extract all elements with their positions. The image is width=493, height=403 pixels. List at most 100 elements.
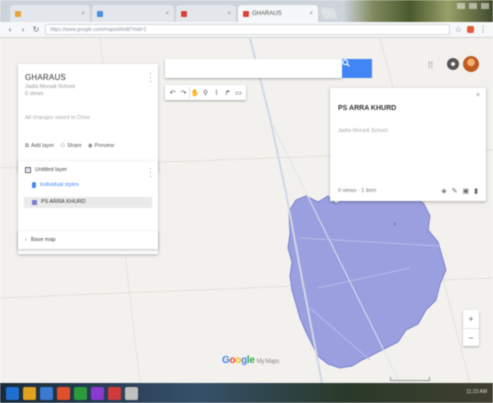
- map-views-count: 0 views: [25, 91, 44, 97]
- photo-icon[interactable]: ▣: [463, 187, 470, 195]
- map-info-panel: GHARAUS Jadia Moradi School 0 views All …: [18, 64, 158, 172]
- apps-grid-icon[interactable]: ⁞⁞: [428, 60, 433, 70]
- window-controls: [457, 3, 489, 9]
- feature-meta: 0 views · 1 item: [338, 188, 377, 194]
- logo-suffix: My Maps: [256, 359, 280, 365]
- screenshot-frame: × × × GHARAUS × ‹ › ↻ https://www.google.…: [0, 0, 493, 403]
- reload-icon[interactable]: ↻: [32, 25, 40, 34]
- style-paint-icon[interactable]: ◈: [441, 187, 446, 195]
- browser-tab-1[interactable]: ×: [10, 5, 90, 22]
- panel-actions: ⧉ Add layer ⚇ Share ◉ Preview: [25, 143, 114, 150]
- os-taskbar: 11:23 AM: [0, 383, 493, 403]
- back-icon[interactable]: ‹: [6, 25, 14, 34]
- zoom-out-button[interactable]: −: [463, 328, 479, 346]
- bookmark-star-icon[interactable]: ☆: [455, 25, 462, 34]
- add-layer-label: Add layer: [30, 143, 55, 149]
- directions-icon[interactable]: ↱: [222, 87, 233, 98]
- layer-checkbox[interactable]: ✓: [25, 167, 31, 173]
- undo-icon[interactable]: ↶: [167, 87, 178, 98]
- close-window-icon[interactable]: [481, 3, 489, 9]
- google-my-maps-logo: Google My Maps: [222, 355, 279, 366]
- feature-info-card: × PS ARRA KHURD Jadia Moradi School 0 vi…: [330, 88, 486, 201]
- panel-menu-icon[interactable]: · · ·: [149, 70, 152, 86]
- minimize-icon[interactable]: [457, 3, 465, 9]
- maximize-icon[interactable]: [469, 3, 477, 9]
- village-boundary-polygon: [287, 177, 447, 369]
- app-icon[interactable]: [91, 386, 104, 400]
- logo-letter: le: [246, 355, 255, 366]
- tab-favicon-icon: [97, 10, 103, 17]
- style-pin-icon: [32, 182, 36, 188]
- add-layer-icon: ⧉: [25, 143, 29, 149]
- layer-menu-icon[interactable]: · · ·: [149, 165, 152, 181]
- edit-pencil-icon[interactable]: ✎: [452, 187, 458, 195]
- map-toolbar: ↶ ↷ ✋ ⚲ ⌇ ↱ ▭: [165, 85, 246, 100]
- share-button[interactable]: ⚇ Share: [60, 143, 82, 150]
- draw-line-icon[interactable]: ⌇: [211, 87, 222, 98]
- close-tab-icon[interactable]: ×: [305, 11, 313, 17]
- forward-icon[interactable]: ›: [19, 25, 27, 34]
- base-map-label: Base map: [30, 237, 56, 243]
- preview-button[interactable]: ◉ Preview: [88, 143, 114, 150]
- ruler-icon[interactable]: ▭: [233, 87, 244, 98]
- new-tab-button[interactable]: [319, 8, 339, 19]
- add-layer-button[interactable]: ⧉ Add layer: [25, 143, 54, 150]
- browser-tab-2[interactable]: ×: [92, 5, 174, 22]
- tab-favicon-icon: [15, 10, 21, 17]
- delete-icon[interactable]: ▮: [474, 187, 478, 195]
- redo-icon[interactable]: ↷: [178, 87, 189, 98]
- user-avatar[interactable]: [463, 56, 479, 72]
- browser-tab-active[interactable]: GHARAUS ×: [238, 5, 318, 22]
- desktop-wallpaper-strip: [343, 0, 493, 22]
- scale-bar: [390, 377, 430, 381]
- tab-favicon-icon: [181, 10, 187, 17]
- marker-icon[interactable]: ⚲: [200, 87, 211, 98]
- tab-favicon-icon: [243, 10, 249, 17]
- feature-tools: ◈ ✎ ▣ ▮: [441, 187, 478, 195]
- feature-name: PS ARRA KHURD: [41, 199, 86, 205]
- app-icon[interactable]: [125, 386, 138, 400]
- share-icon: ⚇: [60, 143, 66, 149]
- search-button[interactable]: [342, 59, 372, 78]
- file-explorer-icon[interactable]: [23, 386, 36, 400]
- map-search-input[interactable]: [165, 59, 342, 78]
- preview-icon: ◉: [87, 143, 93, 149]
- hand-icon[interactable]: ✋: [189, 87, 200, 98]
- feature-list-item[interactable]: PS ARRA KHURD: [32, 199, 86, 205]
- start-button-icon[interactable]: [6, 386, 19, 400]
- app-icon[interactable]: [108, 386, 121, 400]
- preview-label: Preview: [94, 143, 115, 149]
- extension-icon[interactable]: [467, 26, 474, 33]
- map-canvas[interactable]: ↶ ↷ ✋ ⚲ ⌇ ↱ ▭ ⁞⁞ GHARAUS Jadia Moradi Sc…: [0, 38, 493, 383]
- map-title[interactable]: GHARAUS: [25, 73, 66, 82]
- system-clock: 11:23 AM: [466, 389, 487, 395]
- polygon-icon: [32, 199, 37, 205]
- save-status: All changes saved to Drive: [25, 115, 91, 121]
- close-tab-icon[interactable]: ×: [223, 11, 231, 17]
- settings-gear-icon[interactable]: [447, 58, 459, 70]
- browser-menu-icon[interactable]: ⋮: [479, 25, 487, 34]
- map-description: Jadia Moradi School: [25, 84, 75, 90]
- zoom-in-button[interactable]: +: [463, 310, 479, 328]
- address-bar: ‹ › ↻ https://www.google.com/maps/d/edit…: [0, 22, 493, 38]
- excel-icon[interactable]: [74, 386, 87, 400]
- search-icon: [342, 59, 350, 67]
- close-icon[interactable]: ×: [476, 92, 480, 99]
- close-tab-icon[interactable]: ×: [161, 11, 169, 17]
- url-field[interactable]: https://www.google.com/maps/d/edit?mid=1: [45, 24, 450, 35]
- base-map-panel[interactable]: › Base map: [18, 231, 158, 249]
- browser-ie-icon[interactable]: [40, 386, 53, 400]
- layer-style-link[interactable]: Individual styles: [32, 182, 79, 188]
- share-label: Share: [67, 143, 82, 149]
- expand-arrow-icon: ›: [25, 237, 27, 243]
- layer-header[interactable]: ✓ Untitled layer: [25, 167, 67, 173]
- feature-description: Jadia Moradi School: [338, 128, 388, 134]
- browser-tab-3[interactable]: ×: [176, 5, 236, 22]
- map-subtitle: Jadia Moradi School 0 views: [25, 84, 75, 98]
- base-map-row[interactable]: › Base map: [25, 237, 56, 243]
- close-tab-icon[interactable]: ×: [77, 11, 85, 17]
- chrome-icon[interactable]: [57, 386, 70, 400]
- layer-name[interactable]: Untitled layer: [35, 167, 67, 173]
- layer-style-label: Individual styles: [40, 182, 79, 188]
- feature-title: PS ARRA KHURD: [338, 105, 397, 112]
